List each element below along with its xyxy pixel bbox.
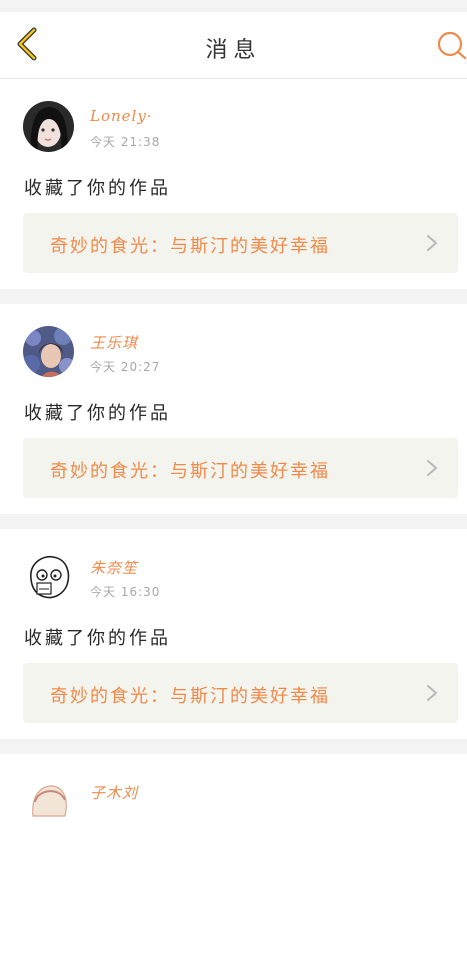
username[interactable]: 王乐琪 (90, 332, 138, 353)
action-text: 收藏了你的作品 (24, 178, 171, 199)
username[interactable]: 朱奈笙 (90, 557, 138, 578)
avatar[interactable] (23, 101, 74, 152)
search-button[interactable] (434, 28, 467, 62)
avatar[interactable] (23, 326, 74, 377)
header-bar: 消息 (0, 12, 467, 79)
chevron-right-icon (427, 235, 437, 251)
work-link[interactable]: 奇妙的食光：与斯汀的美好幸福 (23, 663, 458, 723)
message-card[interactable]: 子木刘 (0, 754, 467, 964)
page-title: 消息 (205, 38, 262, 63)
message-card[interactable]: 王乐琪 今天 20:27 收藏了你的作品 奇妙的食光：与斯汀的美好幸福 (0, 304, 467, 514)
status-strip (0, 0, 467, 12)
timestamp: 今天 21:38 (90, 135, 161, 149)
work-link[interactable]: 奇妙的食光：与斯汀的美好幸福 (23, 213, 458, 273)
work-title: 奇妙的食光：与斯汀的美好幸福 (50, 236, 330, 257)
chevron-right-icon (427, 685, 437, 701)
message-card[interactable]: Lonely· 今天 21:38 收藏了你的作品 奇妙的食光：与斯汀的美好幸福 (0, 79, 467, 289)
work-link[interactable]: 奇妙的食光：与斯汀的美好幸福 (23, 438, 458, 498)
search-icon (437, 31, 467, 60)
avatar[interactable] (23, 551, 74, 602)
message-card[interactable]: 朱奈笙 今天 16:30 收藏了你的作品 奇妙的食光：与斯汀的美好幸福 (0, 529, 467, 739)
chevron-right-icon (427, 460, 437, 476)
timestamp: 今天 20:27 (90, 360, 161, 374)
action-text: 收藏了你的作品 (24, 628, 171, 649)
work-title: 奇妙的食光：与斯汀的美好幸福 (50, 686, 330, 707)
username[interactable]: Lonely· (90, 107, 153, 125)
timestamp: 今天 16:30 (90, 585, 161, 599)
work-title: 奇妙的食光：与斯汀的美好幸福 (50, 461, 330, 482)
username[interactable]: 子木刘 (90, 782, 138, 803)
action-text: 收藏了你的作品 (24, 403, 171, 424)
